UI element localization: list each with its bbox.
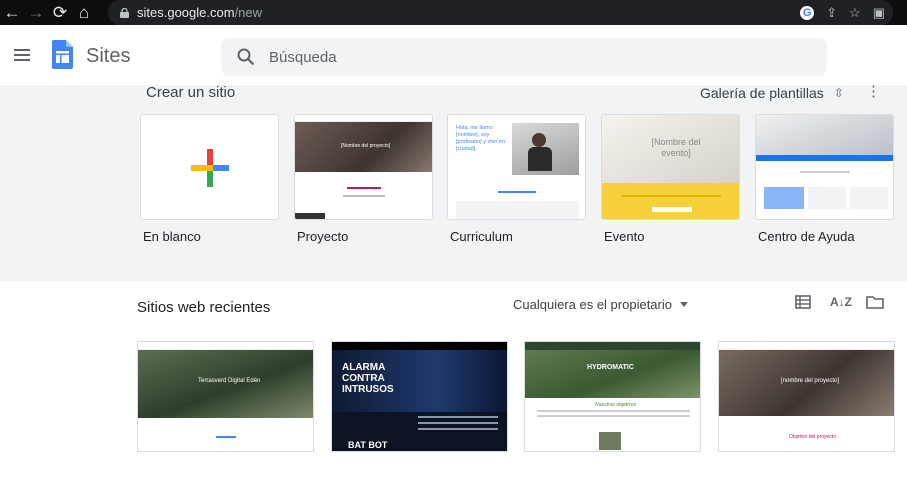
template-card-resume[interactable]: Hola, me llamo [nombre], soy [profesión]… <box>447 114 586 220</box>
owner-filter-label: Cualquiera es el propietario <box>513 297 672 312</box>
event-preview-title: [Nombre del evento] <box>651 137 701 158</box>
url-path: /new <box>234 5 263 20</box>
google-account-icon[interactable]: G <box>800 5 815 20</box>
bookmark-star-icon[interactable]: ☆ <box>849 5 861 21</box>
recent-site-preview-subtitle: Objetivo del proyecto <box>789 434 836 440</box>
recent-site-preview-title: Terrasverd Digital Edén <box>198 378 261 384</box>
search-input[interactable] <box>269 38 809 76</box>
template-label-event: Evento <box>604 229 645 244</box>
search-bar[interactable] <box>221 38 827 76</box>
create-site-heading: Crear un sitio <box>146 84 236 101</box>
recent-site-card[interactable]: ALARMA CONTRA INTRUSOS BAT BOT <box>331 341 508 452</box>
app-header: Sites <box>0 25 907 85</box>
template-card-blank[interactable] <box>140 114 279 220</box>
extension-icon[interactable]: ▣ <box>873 5 885 21</box>
template-gallery-section: Crear un sitio Galería de plantillas ⇳ ⋮… <box>0 84 907 281</box>
owner-filter-dropdown[interactable]: Cualquiera es el propietario <box>513 297 688 312</box>
app-name: Sites <box>86 45 131 67</box>
list-view-icon[interactable] <box>794 293 812 311</box>
template-label-project: Proyecto <box>297 229 349 244</box>
sort-az-icon[interactable]: A↓Z <box>830 293 852 311</box>
recent-site-card[interactable]: HYDROMATIC Nuestros objetivos <box>524 341 701 452</box>
recent-site-preview-title: [nombre del proyecto] <box>781 378 840 384</box>
template-card-event[interactable]: [Nombre del evento] <box>601 114 740 220</box>
template-label-help-center: Centro de Ayuda <box>758 229 855 244</box>
project-preview-title: [Nombre del proyecto] <box>341 143 391 149</box>
dropdown-arrow-icon <box>679 302 688 307</box>
template-label-blank: En blanco <box>143 229 201 244</box>
view-options: A↓Z <box>794 293 884 311</box>
template-card-project[interactable]: [Nombre del proyecto] <box>294 114 433 220</box>
template-label-resume: Curriculum <box>450 229 513 244</box>
template-card-help-center[interactable] <box>755 114 894 220</box>
reload-icon[interactable]: ⟳ <box>48 0 72 25</box>
url-host: sites.google.com <box>137 5 235 20</box>
address-bar[interactable]: sites.google.com /new G ⇪ ☆ ▣ <box>108 0 893 25</box>
recent-site-preview-title: HYDROMATIC <box>587 364 634 371</box>
share-icon[interactable]: ⇪ <box>826 5 837 21</box>
main-menu-icon[interactable] <box>14 49 30 61</box>
recent-site-preview-title: ALARMA CONTRA INTRUSOS <box>342 362 394 395</box>
template-gallery-label: Galería de plantillas <box>700 85 824 101</box>
search-icon[interactable] <box>237 48 255 66</box>
recent-site-card[interactable]: [nombre del proyecto] Objetivo del proye… <box>718 341 895 452</box>
browser-toolbar: ← → ⟳ ⌂ sites.google.com /new G ⇪ ☆ ▣ <box>0 0 907 25</box>
resume-preview-title: Hola, me llamo [nombre], soy [profesión]… <box>456 125 505 152</box>
sites-logo-icon <box>52 40 73 69</box>
recent-site-preview-subtitle: Nuestros objetivos <box>595 402 637 408</box>
recent-site-preview-footer: BAT BOT <box>348 440 388 450</box>
expand-collapse-icon: ⇳ <box>833 86 844 100</box>
folder-icon[interactable] <box>866 293 884 311</box>
back-icon[interactable]: ← <box>0 0 24 25</box>
plus-icon <box>191 149 229 187</box>
more-options-icon[interactable]: ⋮ <box>866 84 881 99</box>
recent-site-card[interactable]: Terrasverd Digital Edén <box>137 341 314 452</box>
forward-icon[interactable]: → <box>24 0 48 25</box>
template-gallery-toggle[interactable]: Galería de plantillas ⇳ <box>700 85 844 101</box>
home-icon[interactable]: ⌂ <box>72 0 96 25</box>
lock-icon <box>120 7 129 18</box>
recent-sites-heading: Sitios web recientes <box>137 299 271 316</box>
